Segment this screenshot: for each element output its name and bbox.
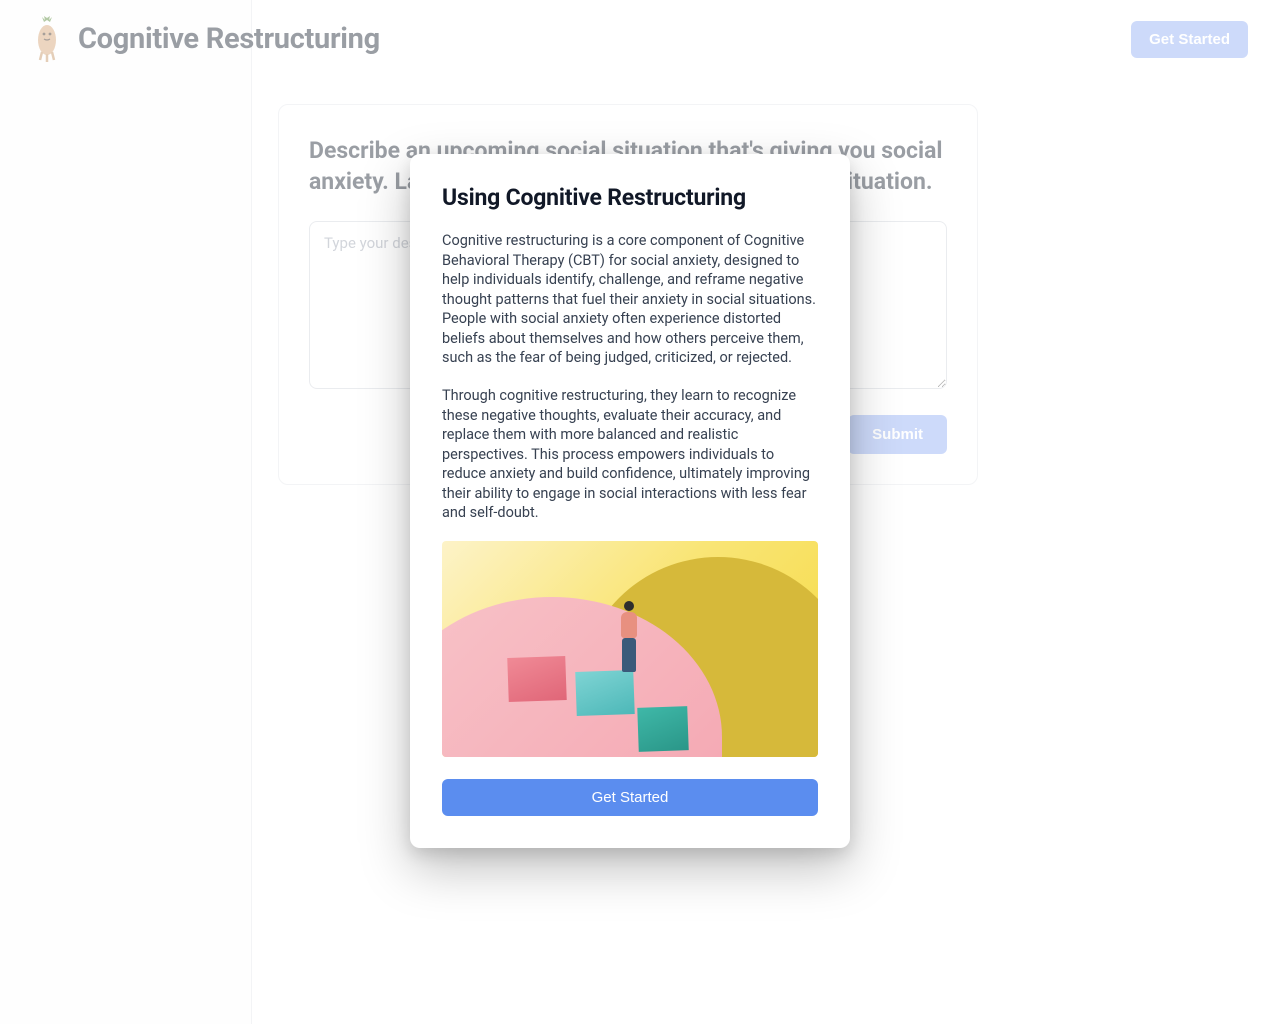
modal-illustration xyxy=(442,541,818,757)
modal-paragraph-2: Through cognitive restructuring, they le… xyxy=(442,386,818,523)
modal-get-started-button[interactable]: Get Started xyxy=(442,779,818,816)
modal-paragraph-1: Cognitive restructuring is a core compon… xyxy=(442,231,818,368)
modal-title: Using Cognitive Restructuring xyxy=(442,184,818,211)
intro-modal: Using Cognitive Restructuring Cognitive … xyxy=(410,154,850,848)
